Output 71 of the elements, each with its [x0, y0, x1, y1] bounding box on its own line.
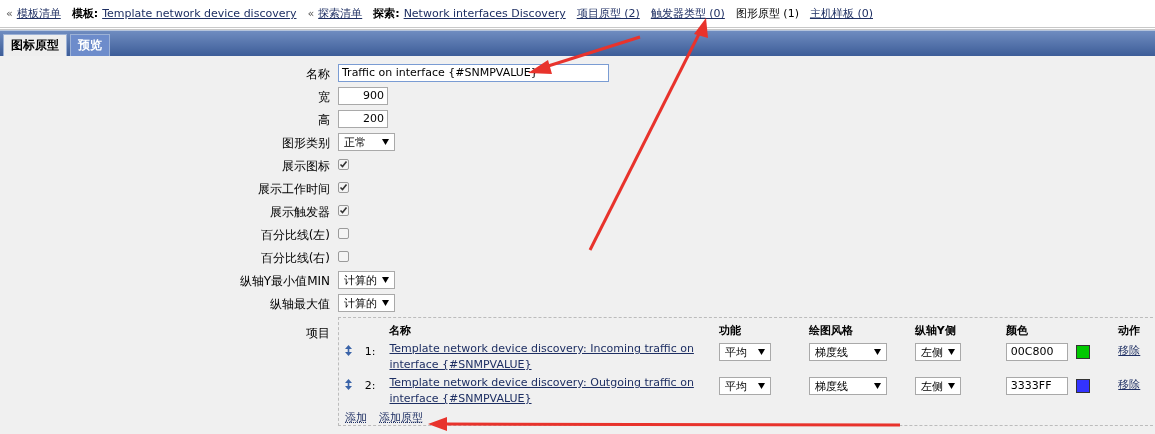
column-header: 功能: [718, 319, 810, 341]
item-link[interactable]: Template network device discovery: Incoming traffic on interface {#SNMPVALUE}: [389, 341, 719, 373]
caret-icon: [382, 277, 389, 283]
dropdown[interactable]: 平均: [718, 343, 771, 361]
caret-icon: [947, 349, 955, 355]
field-label: 宽: [317, 89, 330, 106]
checkbox[interactable]: [338, 159, 349, 170]
dropdown[interactable]: 计算的: [338, 271, 395, 289]
add-link[interactable]: 添加原型: [379, 410, 423, 425]
color-swatch[interactable]: [1075, 345, 1090, 359]
column-header: 动作: [1118, 322, 1142, 339]
breadcrumb-link[interactable]: 探索清单: [318, 6, 363, 21]
breadcrumb-link[interactable]: 图形原型 (1): [735, 6, 799, 21]
number-field[interactable]: 200: [338, 110, 388, 128]
dropdown[interactable]: 梯度线: [809, 343, 888, 361]
breadcrumb-link[interactable]: Template network device discovery: [102, 7, 297, 20]
dropdown[interactable]: 左侧: [914, 377, 961, 395]
field-label: 纵轴最大值: [269, 296, 330, 313]
caret-icon: [947, 383, 955, 389]
field-label: 高: [317, 112, 330, 129]
field-label: 百分比线(右): [259, 250, 330, 267]
field-label: 图形类别: [281, 135, 330, 152]
breadcrumb-label: 探索:: [373, 6, 400, 21]
back-glyph: «: [307, 7, 315, 20]
caret-icon: [874, 383, 882, 389]
color-swatch[interactable]: [1075, 379, 1090, 393]
field-label: 项目: [305, 325, 330, 342]
color-field[interactable]: 00C800: [1005, 343, 1068, 361]
caret-icon: [757, 349, 765, 355]
caret-icon: [757, 383, 765, 389]
checkbox[interactable]: [338, 205, 349, 216]
field-label: 展示工作时间: [257, 181, 330, 198]
remove-link[interactable]: 移除: [1118, 343, 1141, 358]
dropdown[interactable]: 梯度线: [809, 377, 888, 395]
caret-icon: [382, 139, 389, 145]
number-field[interactable]: 900: [338, 87, 388, 105]
add-link[interactable]: 添加: [345, 410, 367, 425]
field-label: 百分比线(左): [259, 227, 330, 244]
tab[interactable]: 图标原型: [3, 34, 67, 56]
remove-link[interactable]: 移除: [1118, 377, 1141, 392]
caret-icon: [382, 300, 389, 306]
color-field[interactable]: 3333FF: [1005, 377, 1068, 395]
breadcrumb-link[interactable]: 触发器类型 (0): [650, 6, 725, 21]
drag-handle-icon[interactable]: [345, 379, 352, 390]
dropdown[interactable]: 左侧: [914, 343, 961, 361]
row-number: 1:: [364, 344, 377, 358]
breadcrumb-link[interactable]: 项目原型 (2): [576, 6, 640, 21]
checkbox[interactable]: [338, 251, 349, 262]
column-header: 纵轴Y侧: [914, 319, 1006, 341]
item-link[interactable]: Template network device discovery: Outgoing traffic on interface {#SNMPVALUE}: [389, 375, 719, 407]
drag-handle-icon[interactable]: [345, 345, 352, 356]
field-label: 展示触发器: [269, 204, 330, 221]
breadcrumb-label: 模板:: [71, 6, 99, 21]
breadcrumb-link[interactable]: Network interfaces Discovery: [403, 7, 566, 20]
name-field[interactable]: Traffic on interface {#SNMPVALUE}: [338, 64, 609, 82]
breadcrumb-link[interactable]: 模板清单: [16, 6, 61, 21]
caret-icon: [874, 349, 882, 355]
field-label: 展示图标: [281, 158, 330, 175]
dropdown[interactable]: 平均: [718, 377, 771, 395]
checkbox[interactable]: [338, 228, 349, 239]
dropdown[interactable]: 正常: [338, 133, 395, 151]
breadcrumb-link[interactable]: 主机样板 (0): [809, 6, 873, 21]
field-label: 名称: [305, 66, 330, 83]
dropdown[interactable]: 计算的: [338, 294, 395, 312]
row-number: 2:: [364, 378, 377, 392]
back-glyph: «: [6, 7, 13, 20]
column-header: 颜色: [1005, 319, 1119, 341]
column-header: 名称: [389, 319, 719, 341]
column-header: 绘图风格: [809, 319, 915, 341]
field-label: 纵轴Y最小值MIN: [238, 273, 330, 290]
checkbox[interactable]: [338, 182, 349, 193]
